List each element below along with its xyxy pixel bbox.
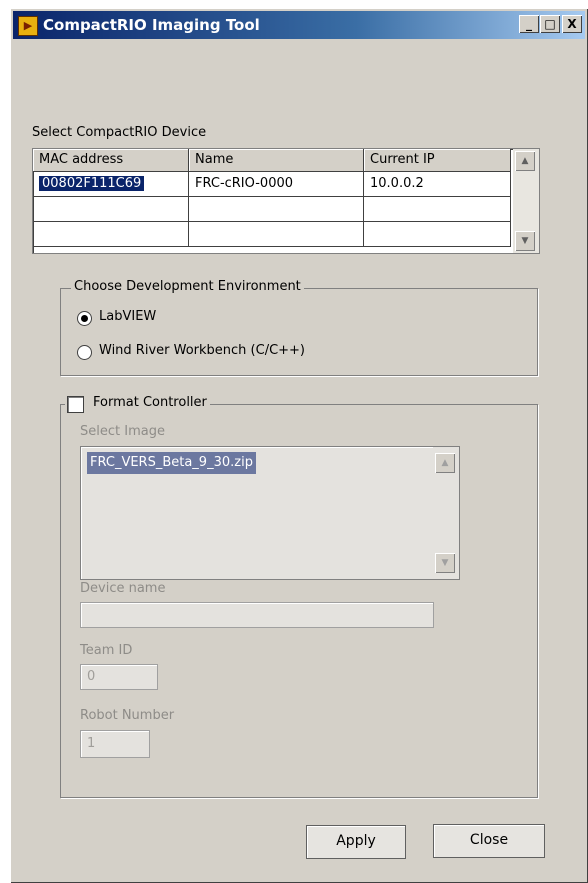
wind-river-radio[interactable] [77,345,92,360]
minimize-button[interactable]: _ [519,15,539,33]
close-button[interactable]: Close [433,824,545,858]
empty-cell [364,197,511,221]
app-icon: ▶ [18,16,38,36]
scroll-up-icon[interactable]: ▲ [435,453,455,473]
labview-radio[interactable] [77,311,92,326]
scroll-up-icon[interactable]: ▲ [515,151,535,171]
empty-cell [189,222,364,246]
column-header-ip[interactable]: Current IP [364,149,511,171]
format-checkbox[interactable] [67,396,84,413]
column-header-name[interactable]: Name [189,149,364,171]
select-image-label: Select Image [80,424,165,439]
team-id-label: Team ID [80,643,133,658]
environment-group: Choose Development Environment LabVIEW W… [60,279,538,376]
window-title: CompactRIO Imaging Tool [43,16,260,34]
select-device-label: Select CompactRIO Device [32,125,207,140]
ip-cell: 10.0.0.2 [364,172,511,196]
device-table[interactable]: MAC address Name Current IP 00802F111C69… [32,148,540,254]
image-list-item[interactable]: FRC_VERS_Beta_9_30.zip [87,452,256,474]
mac-value: 00802F111C69 [39,176,145,191]
robot-number-field[interactable]: 1 [80,730,150,758]
empty-cell [33,222,189,246]
scroll-down-icon[interactable]: ▼ [435,553,455,573]
environment-group-title: Choose Development Environment [71,279,304,294]
table-row[interactable]: 00802F111C69 FRC-cRIO-0000 10.0.0.2 [33,172,511,197]
imaging-tool-window: ▶ CompactRIO Imaging Tool _ □ X Select C… [10,8,588,883]
column-header-mac[interactable]: MAC address [33,149,189,171]
device-name-field[interactable] [80,602,434,628]
team-id-field[interactable]: 0 [80,664,158,690]
close-window-button[interactable]: X [562,15,582,33]
maximize-button[interactable]: □ [540,15,560,33]
scroll-down-icon[interactable]: ▼ [515,231,535,251]
format-checkbox-label[interactable]: Format Controller [65,395,210,410]
empty-cell [33,197,189,221]
empty-cell [364,222,511,246]
table-row-empty[interactable] [33,197,511,222]
table-header: MAC address Name Current IP [33,149,511,172]
wind-river-label[interactable]: Wind River Workbench (C/C++) [99,343,305,358]
apply-button[interactable]: Apply [306,825,406,859]
empty-cell [189,197,364,221]
name-cell: FRC-cRIO-0000 [189,172,364,196]
mac-cell: 00802F111C69 [33,172,189,196]
labview-label[interactable]: LabVIEW [99,309,156,324]
image-list-scrollbar[interactable]: ▲ ▼ [433,447,459,579]
image-listbox[interactable]: FRC_VERS_Beta_9_30.zip ▲ ▼ [80,446,460,580]
table-scrollbar[interactable]: ▲ ▼ [513,149,539,253]
table-row-empty[interactable] [33,222,511,247]
robot-number-label: Robot Number [80,708,175,723]
device-name-label: Device name [80,581,166,596]
title-bar[interactable]: ▶ CompactRIO Imaging Tool _ □ X [13,11,585,39]
